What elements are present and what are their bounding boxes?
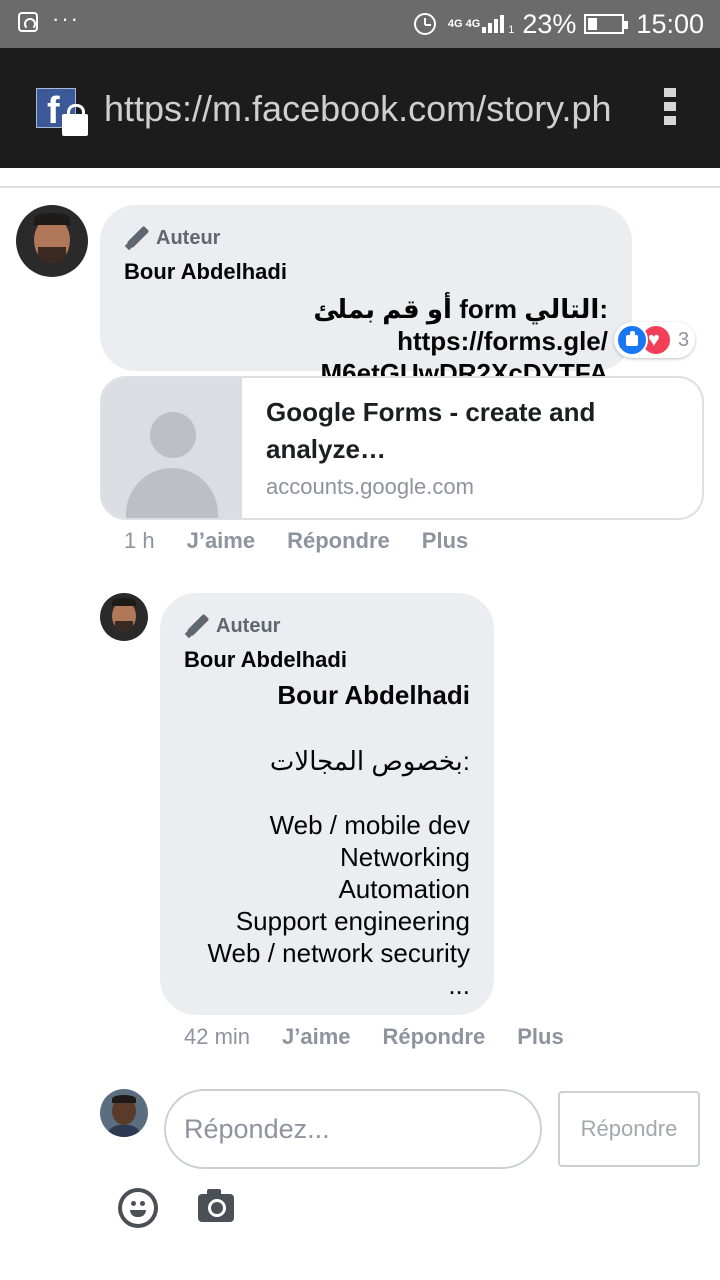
like-button[interactable]: J’aime — [187, 528, 256, 554]
comment-text-line: Support engineering — [235, 906, 470, 936]
battery-percent: 23% — [522, 8, 577, 39]
submit-reply-button[interactable]: Répondre — [558, 1091, 700, 1167]
link-preview-card[interactable]: Google Forms - create and analyze… accou… — [100, 376, 704, 520]
comment-time[interactable]: 42 min — [184, 1024, 250, 1050]
status-left: ··· — [18, 6, 80, 32]
comment-text-line: Web / mobile dev — [269, 810, 470, 840]
comment-text-line — [170, 777, 470, 809]
link-domain: accounts.google.com — [266, 474, 474, 499]
comment-heading: Bour Abdelhadi — [277, 680, 470, 710]
current-user-avatar — [100, 1089, 148, 1137]
reply-button[interactable]: Répondre — [383, 1024, 486, 1050]
overflow-menu-icon[interactable] — [664, 88, 680, 130]
more-notifications-icon: ··· — [52, 6, 80, 31]
link-title: Google Forms - create and analyze… — [266, 397, 596, 464]
battery-icon — [584, 14, 629, 34]
comment-text: أو قم بملئ form التالي: https://forms.gl… — [118, 293, 608, 389]
author-badge: Auteur — [124, 225, 220, 251]
emoji-icon[interactable] — [118, 1188, 158, 1228]
status-right: 4G 4G 1 23% 15:00 — [413, 6, 704, 42]
like-button[interactable]: J’aime — [282, 1024, 351, 1050]
camera-icon[interactable] — [198, 1189, 234, 1222]
comment-bubble: Auteur Bour Abdelhadi Bour Abdelhadi بخص… — [160, 593, 494, 1015]
comment-text-line: Automation — [338, 874, 470, 904]
comment-time[interactable]: 1 h — [124, 528, 155, 554]
clock: 15:00 — [636, 8, 704, 39]
comment-text: بخصوص المجالات: Web / mobile dev Network… — [170, 745, 470, 1001]
reply-input[interactable]: Répondez... — [164, 1089, 542, 1169]
pencil-icon — [124, 225, 150, 251]
network-type-label: 4G 4G — [447, 18, 481, 30]
sim-slot-label: 1 — [508, 24, 515, 36]
like-reaction-icon — [616, 324, 648, 356]
divider — [0, 186, 720, 188]
comment-text-line: Web / network security — [207, 938, 470, 968]
comment-text-line: Networking — [339, 842, 470, 872]
author-badge-label: Auteur — [216, 614, 281, 637]
link-thumbnail — [102, 378, 242, 518]
comment-text-line: ... — [448, 970, 470, 1000]
browser-toolbar: f https://m.facebook.com/story.php — [0, 48, 720, 168]
author-badge-label: Auteur — [156, 226, 221, 249]
avatar[interactable] — [100, 593, 148, 641]
address-bar[interactable]: https://m.facebook.com/story.php — [104, 88, 610, 130]
pencil-icon — [184, 613, 210, 639]
comment-actions: 42 min J’aime Répondre Plus — [184, 1024, 564, 1050]
reply-button[interactable]: Répondre — [287, 528, 390, 554]
author-name[interactable]: Bour Abdelhadi — [124, 259, 287, 285]
app-notification-icon — [18, 12, 38, 32]
more-button[interactable]: Plus — [422, 528, 468, 554]
author-badge: Auteur — [184, 613, 280, 639]
more-button[interactable]: Plus — [517, 1024, 563, 1050]
status-bar: ··· 4G 4G 1 23% 15:00 — [0, 0, 720, 48]
author-name[interactable]: Bour Abdelhadi — [184, 647, 347, 673]
reactions-summary[interactable]: 3 — [614, 322, 696, 358]
comment-text-line: بخصوص المجالات: — [269, 746, 470, 776]
reaction-count: 3 — [678, 328, 690, 351]
comment-text-line: أو قم بملئ form التالي: https://forms.gl… — [313, 294, 608, 356]
lock-icon — [62, 104, 88, 136]
avatar[interactable] — [16, 205, 88, 277]
signal-icon — [482, 15, 505, 33]
comment-bubble: Auteur Bour Abdelhadi أو قم بملئ form ال… — [100, 205, 632, 388]
comment-actions: 1 h J’aime Répondre Plus — [124, 528, 468, 554]
alarm-icon — [413, 13, 436, 35]
